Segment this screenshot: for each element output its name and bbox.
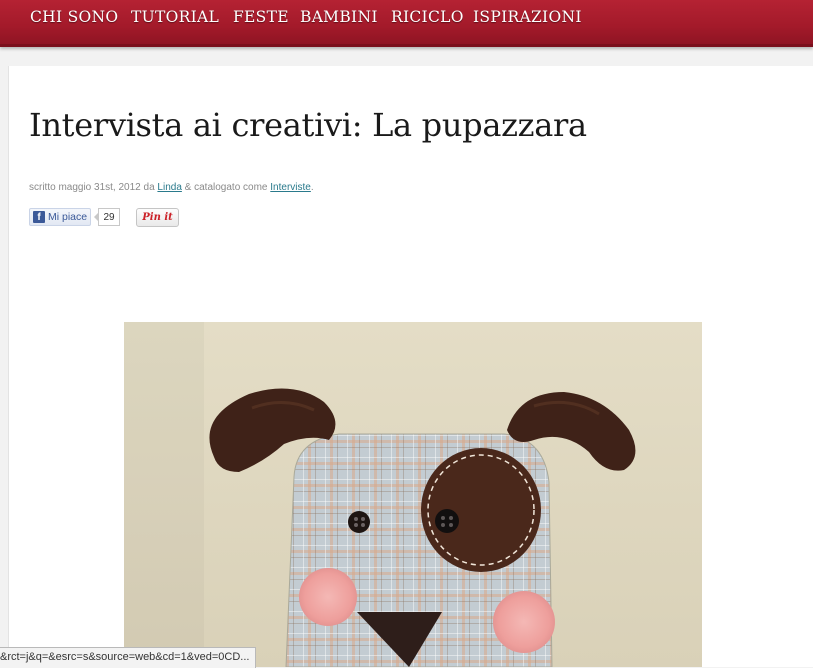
nav-item-riciclo[interactable]: RICICLO bbox=[391, 8, 464, 26]
pinterest-pin-button[interactable]: Pin it bbox=[136, 208, 179, 227]
status-bar-url: &rct=j&q=&esrc=s&source=web&cd=1&ved=0CD… bbox=[0, 651, 250, 663]
post-title: Intervista ai creativi: La pupazzara bbox=[29, 106, 587, 144]
post-meta: scritto maggio 31st, 2012 da Linda & cat… bbox=[29, 182, 314, 193]
nav-item-tutorial[interactable]: TUTORIAL bbox=[131, 8, 219, 26]
nav-item-feste[interactable]: FESTE bbox=[233, 8, 289, 26]
facebook-like-count: 29 bbox=[94, 208, 120, 226]
post-meta-middle: & catalogato come bbox=[181, 182, 271, 193]
top-navigation-bar: CHI SONO TUTORIAL FESTE BAMBINI RICICLO … bbox=[0, 0, 813, 47]
post-image-plush-dog bbox=[124, 322, 702, 667]
plush-dog-photo bbox=[124, 322, 702, 667]
facebook-like-label: Mi piace bbox=[48, 211, 88, 223]
author-link[interactable]: Linda bbox=[157, 182, 181, 193]
browser-status-bar: &rct=j&q=&esrc=s&source=web&cd=1&ved=0CD… bbox=[0, 647, 257, 668]
facebook-icon: f bbox=[33, 211, 45, 223]
nav-item-chi-sono[interactable]: CHI SONO bbox=[30, 8, 118, 26]
nav-item-bambini[interactable]: BAMBINI bbox=[300, 8, 378, 26]
pinterest-pin-label: Pin it bbox=[142, 212, 173, 223]
post-meta-prefix: scritto maggio 31st, 2012 da bbox=[29, 182, 158, 193]
post-meta-suffix: . bbox=[310, 182, 314, 193]
nav-item-ispirazioni[interactable]: ISPIRAZIONI bbox=[473, 8, 582, 26]
facebook-like-button[interactable]: f Mi piace bbox=[29, 208, 91, 226]
category-link[interactable]: Interviste bbox=[270, 182, 311, 193]
